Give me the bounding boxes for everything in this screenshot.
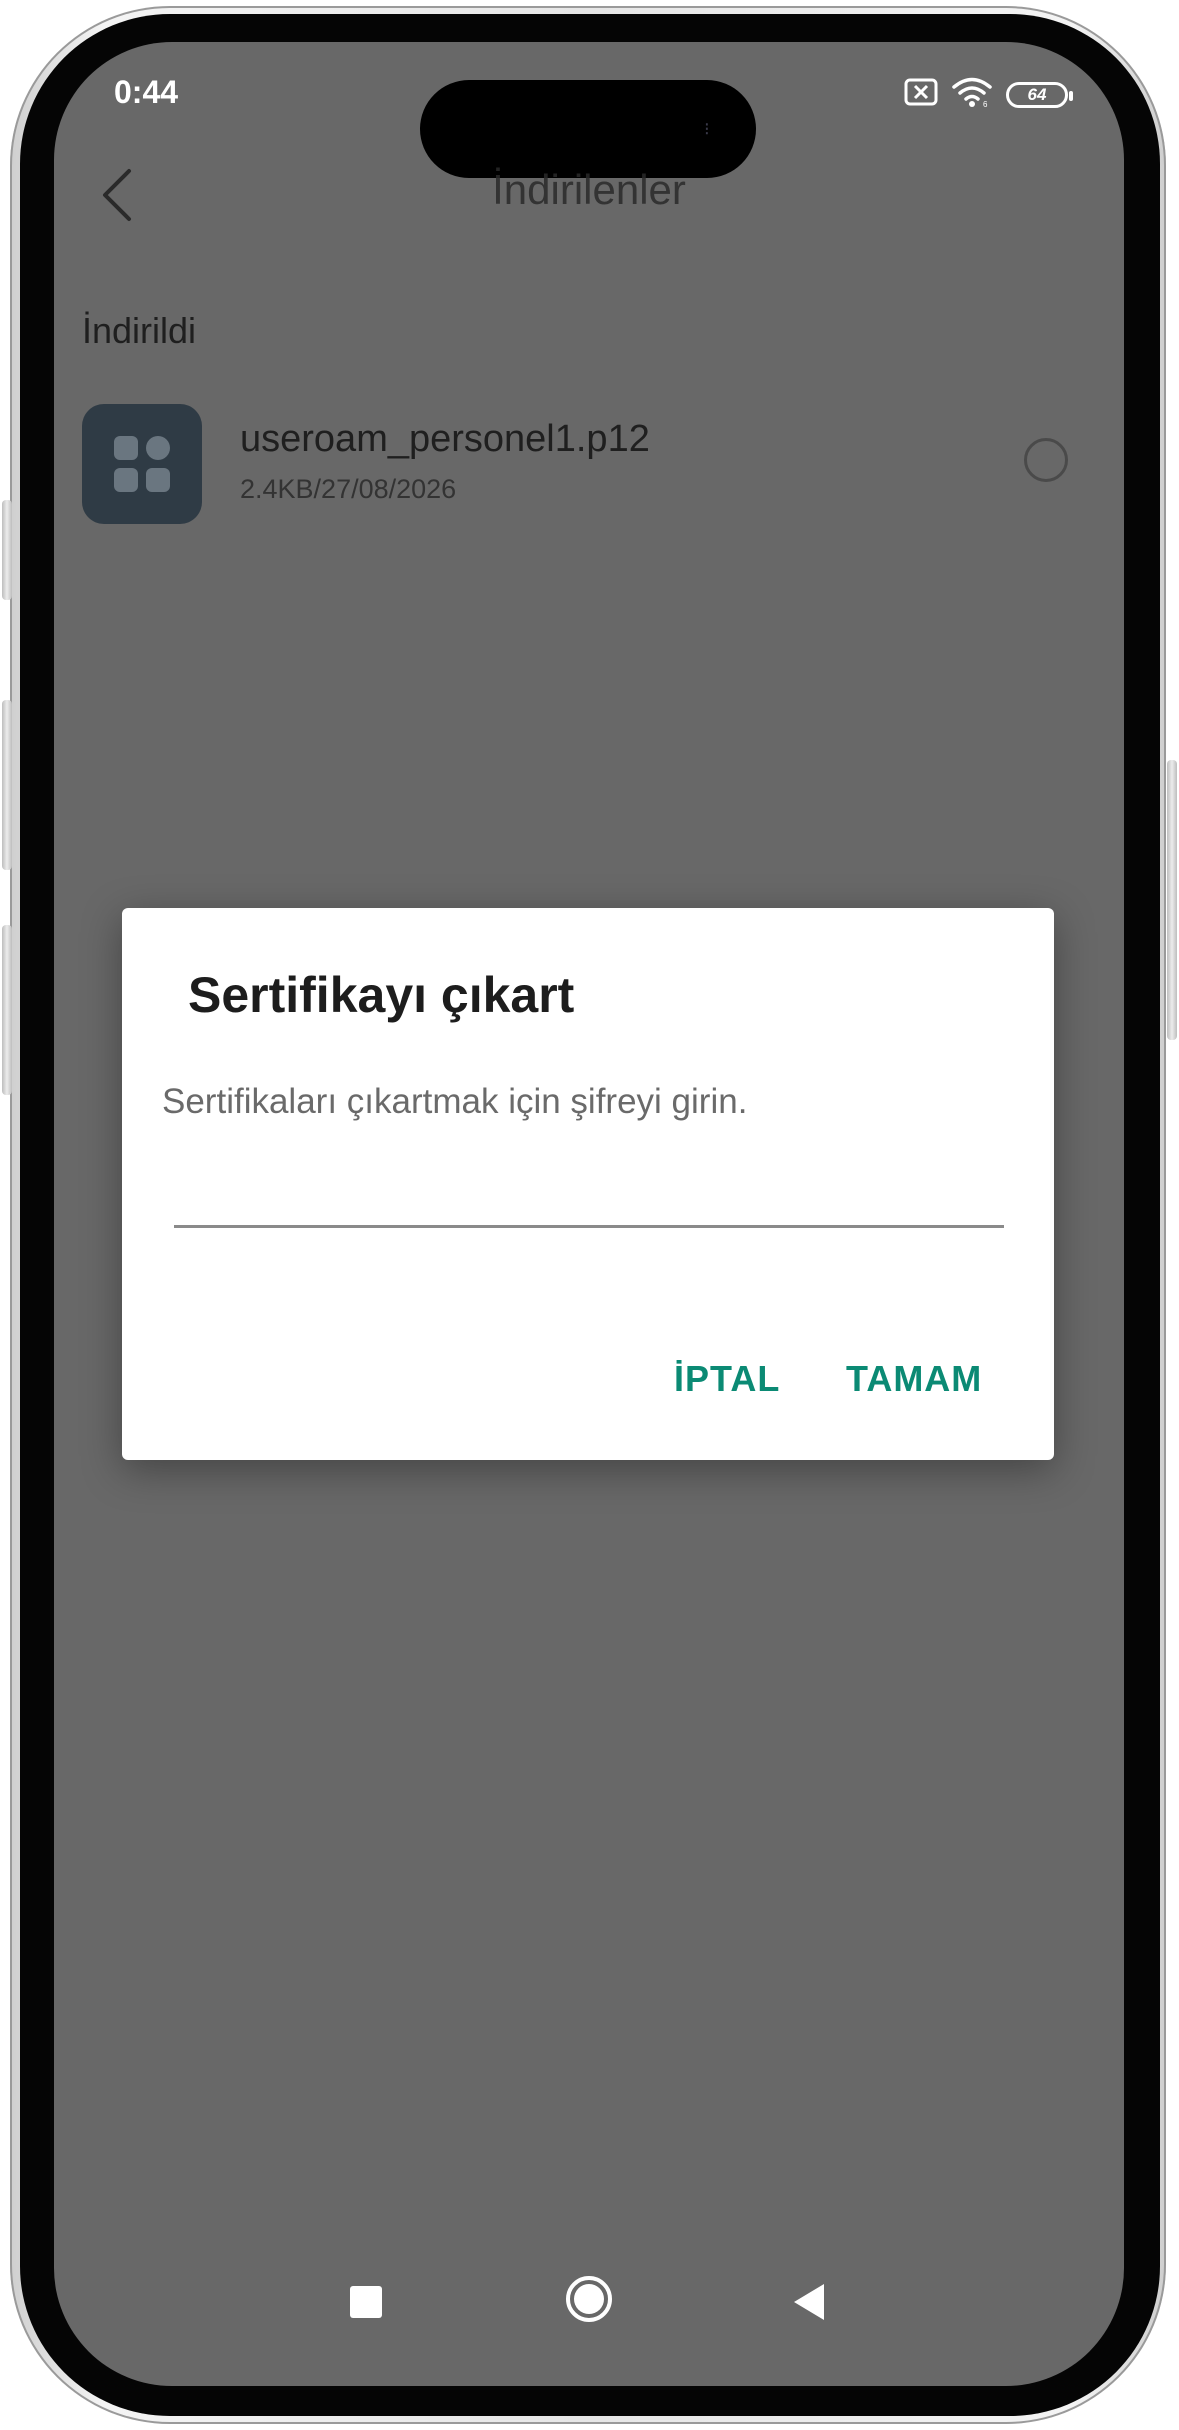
- back-triangle-icon[interactable]: [792, 2282, 826, 2327]
- battery-level: 64: [1027, 84, 1047, 104]
- wifi-icon: 6: [952, 76, 992, 113]
- app-grid-icon: [82, 404, 202, 524]
- screen: 0:44 ⁝ 6 64 İndirilenler İndirildi usero…: [54, 42, 1124, 2386]
- recents-square-icon[interactable]: [350, 2286, 382, 2318]
- status-time: 0:44: [114, 74, 179, 110]
- camera-icon: ⁝: [704, 119, 710, 139]
- volume-down-button: [2, 925, 12, 1095]
- file-meta: 2.4KB/27/08/2026: [240, 474, 457, 504]
- file-name: useroam_personel1.p12: [240, 418, 650, 460]
- select-radio[interactable]: [1024, 438, 1068, 482]
- home-circle-inner: [574, 2284, 604, 2314]
- ok-button[interactable]: TAMAM: [846, 1344, 982, 1414]
- svg-text:6: 6: [983, 100, 988, 108]
- battery-icon: 64: [1006, 81, 1073, 108]
- power-button: [1167, 760, 1177, 1040]
- cancel-button[interactable]: İPTAL: [674, 1344, 780, 1414]
- password-input[interactable]: [174, 1158, 1004, 1228]
- action-button: [2, 500, 12, 600]
- extract-certificate-dialog: Sertifikayı çıkart Sertifikaları çıkartm…: [122, 908, 1054, 1460]
- sim-off-icon: [904, 78, 938, 111]
- dialog-message: Sertifikaları çıkartmak için şifreyi gir…: [162, 1082, 748, 1121]
- section-label: İndirildi: [82, 310, 197, 351]
- dialog-title: Sertifikayı çıkart: [188, 967, 575, 1023]
- file-list-item[interactable]: useroam_personel1.p12 2.4KB/27/08/2026: [82, 404, 1096, 528]
- volume-up-button: [2, 700, 12, 870]
- page-title: İndirilenler: [492, 166, 686, 213]
- dynamic-island: ⁝: [420, 80, 756, 178]
- home-circle-icon[interactable]: [566, 2276, 612, 2322]
- status-icons: 6 64: [904, 76, 1073, 113]
- navigation-bar: [54, 2254, 1124, 2354]
